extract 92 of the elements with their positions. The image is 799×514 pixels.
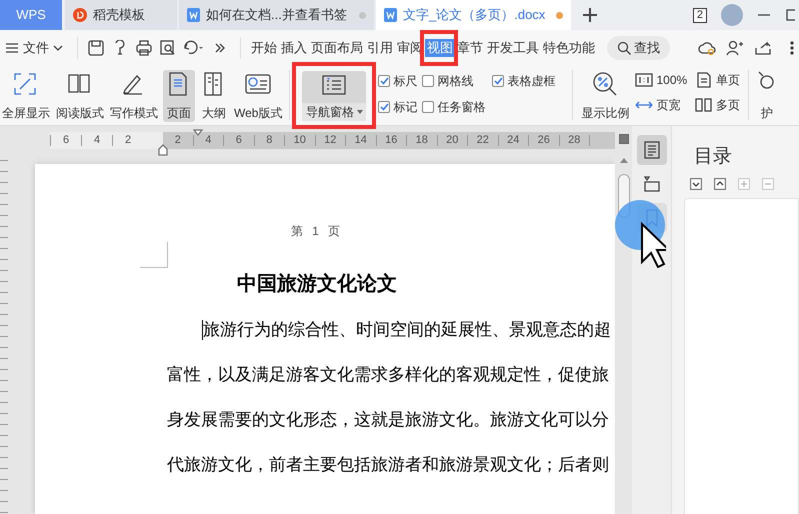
plus-icon[interactable] — [583, 8, 597, 22]
nav-pane-icon — [322, 75, 346, 95]
ruler-number: 14 — [346, 135, 376, 146]
word-doc-icon — [187, 8, 200, 22]
eye-protection-button[interactable]: 护 — [755, 70, 780, 122]
zoom-option-button[interactable]: 单页 — [695, 71, 740, 89]
checkbox-label: 网格线 — [437, 73, 474, 90]
menu-icon — [5, 42, 19, 54]
ruler-number: 16 — [376, 135, 407, 146]
ruler-number: 26 — [529, 135, 560, 146]
dropdown-caret-icon — [356, 110, 363, 114]
single-icon — [695, 72, 714, 88]
zoom-button[interactable]: 显示比例 — [581, 70, 630, 122]
document-title: 中国旅游文化论文 — [236, 272, 398, 297]
ruler-number: 12 — [316, 135, 346, 146]
checkbox[interactable] — [422, 101, 434, 113]
view-mode-button[interactable]: Web版式 — [233, 70, 284, 122]
ruler-number: 2 — [112, 135, 143, 146]
expand-icon[interactable] — [714, 178, 726, 190]
collapse-icon[interactable] — [690, 178, 702, 190]
chapter-icon — [642, 174, 662, 194]
table-of-contents-icon — [642, 140, 662, 160]
ruler-number: 6 — [224, 135, 254, 146]
zoom-option-button[interactable]: 多页 — [695, 96, 740, 114]
checkbox[interactable] — [492, 75, 504, 87]
search-icon — [617, 41, 631, 55]
docer-logo-icon — [73, 8, 87, 22]
nav-pane-button[interactable]: 导航窗格 — [302, 71, 366, 121]
ribbon-tab[interactable]: 页面布局 — [309, 39, 365, 57]
document-tab[interactable]: 如何在文档...并查看书签 — [179, 0, 374, 30]
cloud-icon[interactable] — [698, 40, 716, 56]
multi-icon — [695, 97, 714, 113]
ruler-number: 28 — [560, 135, 590, 146]
paragraph-line: 身发展需要的文化形态，这就是旅游文化。旅游文化可以分 — [167, 408, 609, 430]
undo-icon[interactable] — [183, 40, 205, 56]
view-mode-button[interactable]: 全屏显示 — [1, 70, 51, 122]
maximize-icon[interactable] — [785, 8, 795, 22]
checkbox-label: 标记 — [393, 99, 418, 116]
page-header: 第 1 页 — [290, 223, 344, 240]
ruler-number: 22 — [468, 135, 498, 146]
ribbon-tab[interactable]: 引用 — [365, 39, 395, 57]
actual-icon — [635, 72, 654, 88]
print-icon[interactable] — [136, 40, 152, 56]
view-mode-button[interactable]: 大纲 — [199, 70, 229, 122]
view-mode-button[interactable]: 页面 — [163, 70, 195, 122]
kebab-icon[interactable] — [790, 41, 794, 55]
more-icon[interactable] — [214, 42, 226, 54]
window-counter[interactable]: 2 — [692, 8, 707, 22]
checkbox-label: 任务窗格 — [437, 99, 486, 116]
checkbox[interactable] — [378, 75, 390, 87]
search-button[interactable]: 查找 — [607, 36, 670, 60]
view-mode-button[interactable]: 阅读版式 — [55, 70, 105, 122]
view-mode-button[interactable]: 写作模式 — [109, 70, 159, 122]
document-tab[interactable]: 稻壳模板 — [65, 0, 177, 30]
paragraph-line: 代旅游文化，前者主要包括旅游者和旅游景观文化；后者则 — [167, 454, 609, 476]
ribbon-tab[interactable]: 开始 — [249, 39, 279, 57]
checkbox[interactable] — [378, 101, 390, 113]
document-tab[interactable]: 文字_论文（多页）.docx — [376, 0, 571, 30]
mouse-pointer-icon — [640, 222, 666, 268]
ruler-number: 18 — [407, 135, 438, 146]
text-cursor — [202, 320, 203, 340]
print-preview-icon[interactable] — [160, 40, 176, 56]
paragraph-line: 富性，以及满足游客文化需求多样化的客观规定性，促使旅 — [167, 364, 609, 386]
ribbon-tab[interactable]: 插入 — [279, 39, 309, 57]
scroll-up-icon[interactable] — [620, 158, 628, 164]
ruler-number: 8 — [254, 135, 285, 146]
checkbox-label: 表格虚框 — [507, 73, 556, 90]
web-view-icon — [245, 72, 272, 96]
split-handle-icon[interactable] — [618, 134, 628, 144]
panel-title: 目录 — [694, 145, 733, 169]
file-menu[interactable]: 文件 — [5, 38, 63, 58]
zoom-option-button[interactable]: 100% — [635, 71, 688, 89]
ruler-number: 4 — [81, 135, 112, 146]
side-panel-tab[interactable] — [636, 135, 666, 165]
ruler-number: 10 — [285, 135, 316, 146]
checkbox[interactable] — [422, 75, 434, 87]
add-user-icon[interactable] — [726, 40, 744, 56]
chevron-down-icon — [53, 44, 63, 52]
zoom-option-button[interactable]: 页宽 — [635, 96, 688, 114]
save-icon[interactable] — [88, 40, 104, 56]
magnifier-percent-icon — [592, 71, 618, 97]
ribbon-tab[interactable]: 特色功能 — [541, 39, 597, 57]
paragraph-line: 旅游行为的综合性、时间空间的延展性、景观意态的超 — [203, 318, 611, 340]
ruler-number: 6 — [50, 135, 81, 146]
ruler-number: 20 — [438, 135, 468, 146]
first-line-indent-icon[interactable] — [193, 129, 203, 136]
share-icon[interactable] — [754, 40, 772, 56]
page-corner-mark — [140, 242, 168, 268]
word-doc-icon — [384, 8, 397, 22]
ruler-number: 24 — [498, 135, 529, 146]
checkbox-label: 标尺 — [393, 73, 418, 90]
ribbon-tab[interactable]: 开发工具 — [485, 39, 541, 57]
